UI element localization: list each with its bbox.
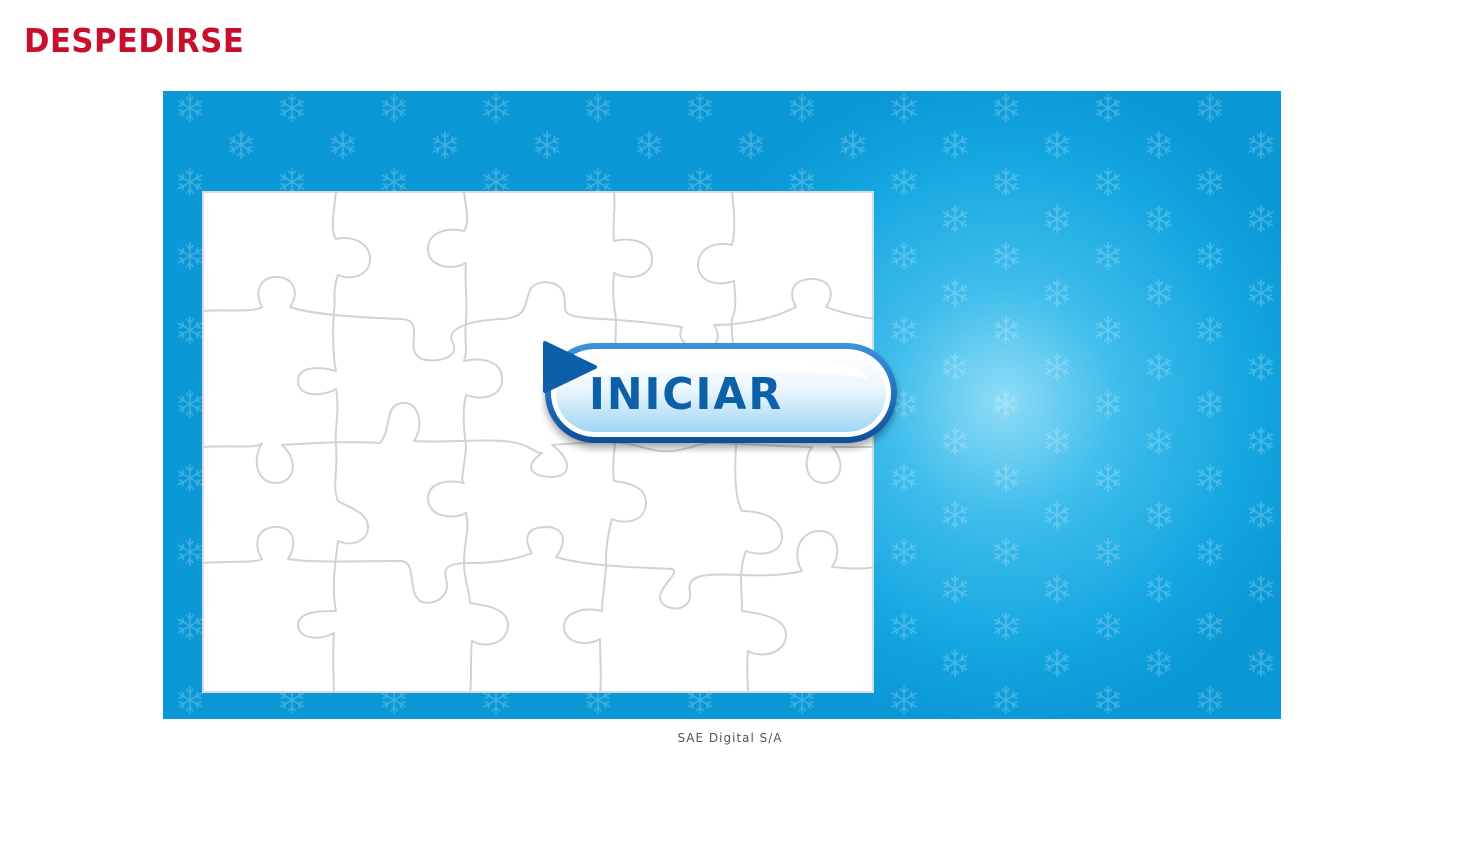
game-stage: INICIAR [163,91,1281,719]
page-title: DESPEDIRSE [24,21,245,60]
puzzle-seam [201,526,875,610]
play-triangle-icon [543,341,597,393]
footer-credit: SAE Digital S/A [677,731,783,745]
start-button-label: INICIAR [589,369,784,420]
page: DESPEDIRSE INICIAR SAE Digital S/A [0,0,1460,850]
start-button[interactable]: INICIAR [541,339,901,453]
